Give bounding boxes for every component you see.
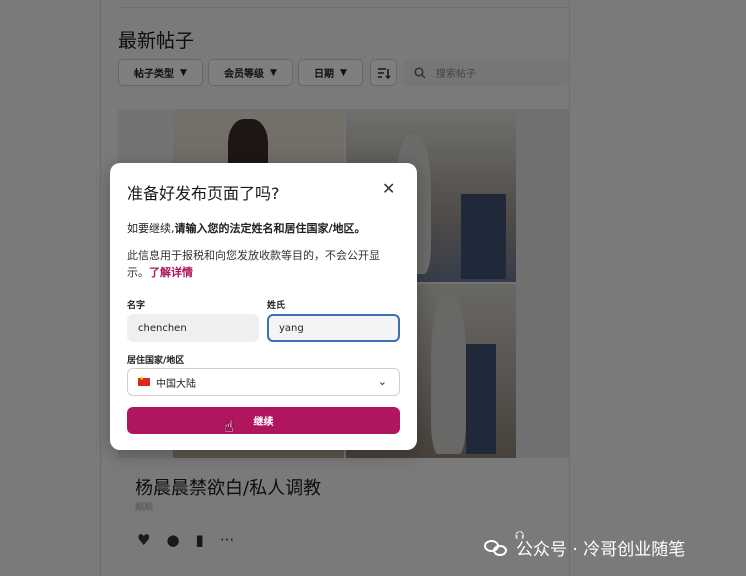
country-select[interactable]: 中国大陆 ⌄ (127, 368, 400, 396)
watermark-text: 公众号 · 冷哥创业随笔 (516, 540, 686, 560)
continue-button[interactable]: 继续 (127, 407, 400, 434)
publish-dialog: 准备好发布页面了吗? ✕ 如要继续,请输入您的法定姓名和居住国家/地区。 此信息… (110, 163, 417, 450)
last-name-label: 姓氏 (267, 301, 286, 311)
pointer-cursor-icon: ☝ (224, 417, 234, 436)
learn-more-link[interactable]: 了解详情 (149, 266, 193, 279)
china-flag-icon (138, 375, 150, 386)
close-icon[interactable]: ✕ (382, 179, 395, 198)
dialog-title: 准备好发布页面了吗? (127, 184, 280, 203)
watermark: 公众号 · 冷哥创业随笔 (484, 535, 685, 560)
last-name-field[interactable]: yang (267, 314, 400, 342)
first-name-field[interactable]: chenchen (127, 314, 259, 342)
dialog-instruction: 如要继续,请输入您的法定姓名和居住国家/地区。 (127, 220, 366, 236)
country-value: 中国大陆 (156, 378, 196, 390)
first-name-label: 名字 (127, 301, 146, 311)
country-label: 居住国家/地区 (127, 356, 185, 366)
dialog-info: 此信息用于报税和向您发放收款等目的，不会公开显示。了解详情 (127, 247, 397, 281)
instruction-prefix: 如要继续, (127, 222, 175, 235)
chevron-down-icon: ⌄ (377, 375, 387, 388)
wechat-icon (484, 538, 510, 558)
instruction-bold: 请输入您的法定姓名和居住国家/地区。 (174, 222, 366, 235)
